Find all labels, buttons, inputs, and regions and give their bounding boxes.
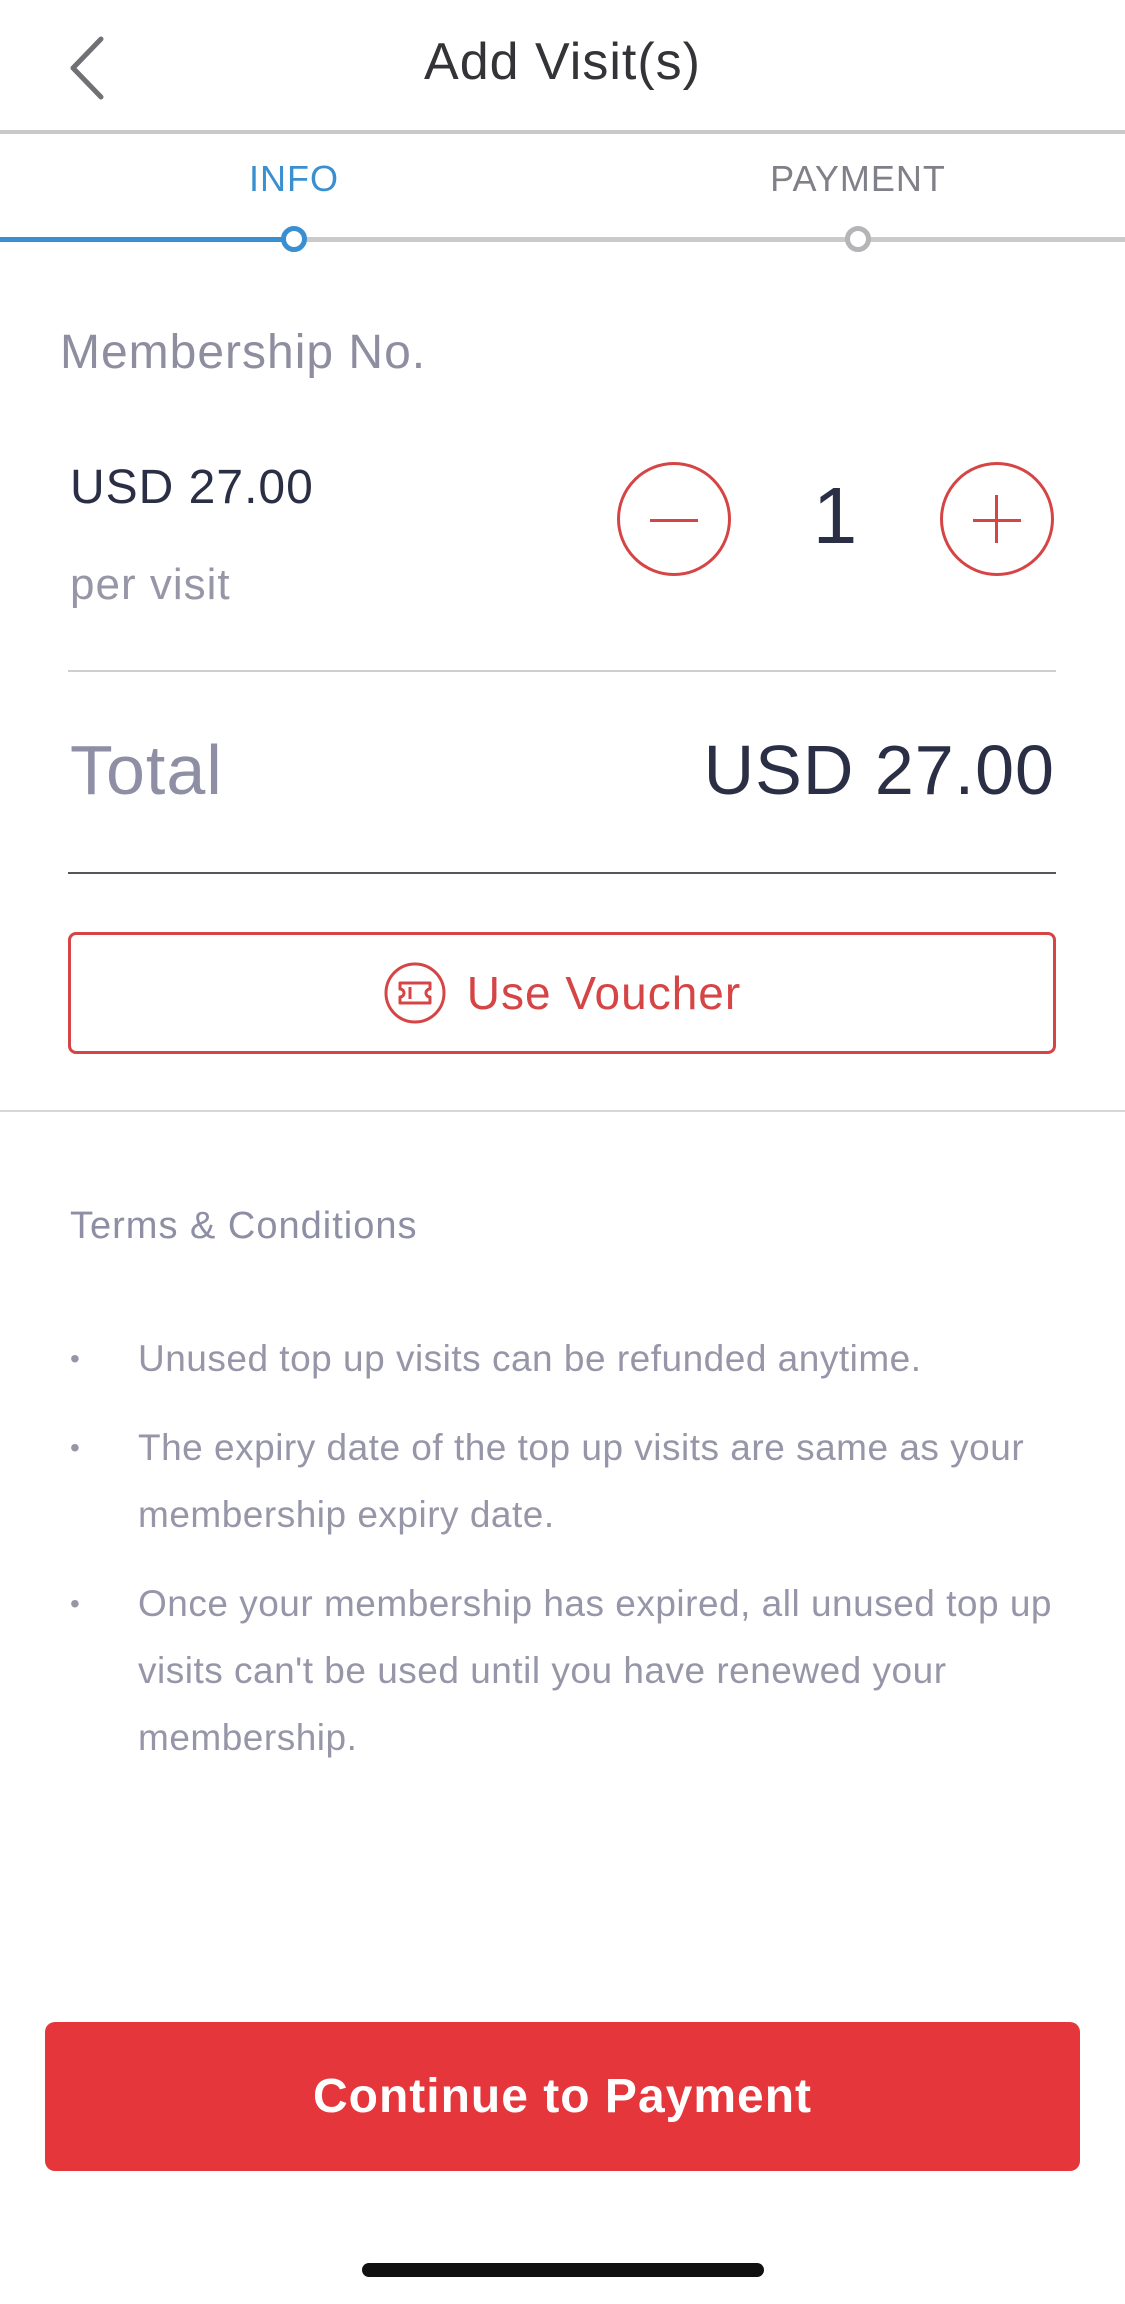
step-info-dot	[281, 226, 307, 252]
home-indicator[interactable]	[362, 2263, 764, 2277]
page-title: Add Visit(s)	[424, 33, 701, 91]
decrement-quantity-button[interactable]	[617, 462, 731, 576]
terms-list: • Unused top up visits can be refunded a…	[70, 1325, 1060, 1793]
checkout-stepper: INFO PAYMENT	[0, 134, 1125, 252]
price-per-visit: USD 27.00	[70, 461, 314, 514]
terms-text: Unused top up visits can be refunded any…	[138, 1338, 922, 1379]
ticket-icon	[383, 961, 447, 1025]
continue-to-payment-button[interactable]: Continue to Payment	[45, 2022, 1080, 2171]
nav-header: Add Visit(s)	[0, 0, 1125, 134]
list-item: • Unused top up visits can be refunded a…	[70, 1325, 1060, 1392]
list-item: • The expiry date of the top up visits a…	[70, 1414, 1060, 1548]
use-voucher-label: Use Voucher	[466, 967, 742, 1019]
step-payment-dot	[845, 226, 871, 252]
use-voucher-button[interactable]: Use Voucher	[68, 932, 1056, 1054]
total-label: Total	[70, 731, 223, 809]
continue-to-payment-label: Continue to Payment	[312, 2070, 813, 2123]
stepper-track-inactive	[294, 237, 1125, 242]
bullet-icon: •	[70, 1588, 81, 1619]
total-amount: USD 27.00	[703, 731, 1055, 809]
total-divider	[68, 872, 1056, 874]
section-divider	[0, 1110, 1125, 1112]
terms-heading: Terms & Conditions	[70, 1205, 418, 1247]
terms-text: The expiry date of the top up visits are…	[138, 1427, 1025, 1535]
increment-quantity-button[interactable]	[940, 462, 1054, 576]
membership-number-label: Membership No.	[60, 326, 427, 379]
quantity-value: 1	[812, 471, 858, 560]
list-item: • Once your membership has expired, all …	[70, 1570, 1060, 1771]
terms-text: Once your membership has expired, all un…	[138, 1583, 1053, 1758]
stepper-track-progress	[0, 237, 294, 242]
price-divider	[68, 670, 1056, 672]
bullet-icon: •	[70, 1432, 81, 1463]
bullet-icon: •	[70, 1343, 81, 1374]
add-visits-screen: Add Visit(s) INFO PAYMENT Membership No.…	[0, 0, 1125, 2304]
price-unit-label: per visit	[70, 560, 231, 609]
step-info-label[interactable]: INFO	[144, 158, 444, 200]
step-payment-label[interactable]: PAYMENT	[708, 158, 1008, 200]
